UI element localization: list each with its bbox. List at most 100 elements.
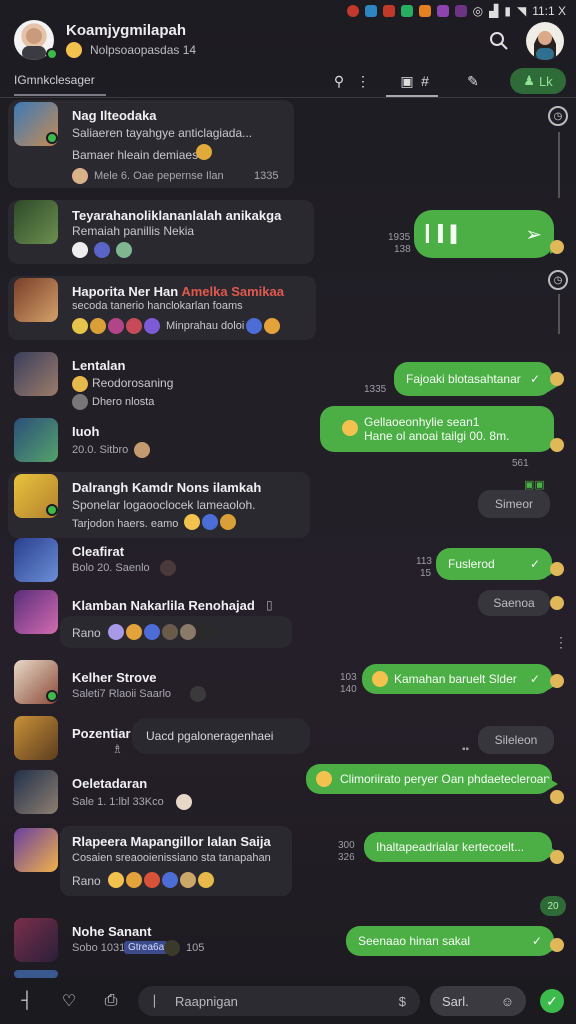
- chat-title: Lentalan: [72, 358, 126, 373]
- chat-avatar: [14, 770, 58, 814]
- emoji-icon: [198, 872, 214, 888]
- user-icon: ♗: [112, 742, 123, 756]
- message-bubble-gray[interactable]: Saenoa: [478, 590, 550, 616]
- scrollbar[interactable]: [558, 294, 560, 334]
- timer-icon[interactable]: ◷: [548, 106, 568, 126]
- list-item[interactable]: Dalrangh Kamdr Nons ilamkah Sponelar log…: [0, 472, 576, 540]
- chat-meta: Sale 1. 1:lbl 33Kco: [72, 796, 164, 808]
- emoji-icon: [196, 144, 212, 160]
- message-bubble-outgoing[interactable]: Seenaao hinan sakal ✓: [346, 926, 560, 956]
- message-bubble-outgoing[interactable]: Ihaltapeadrialar kertecoelt...: [364, 832, 558, 862]
- emoji-icon: [144, 318, 160, 334]
- emoji-icon: [202, 514, 218, 530]
- emoji-icon: [198, 624, 214, 640]
- copy-icon[interactable]: ▯: [266, 598, 273, 612]
- heart-icon[interactable]: ♡: [58, 990, 80, 1012]
- list-item[interactable]: Pozentiar ♗ Uacd pgaloneragenhaei ▪▪ Sil…: [0, 714, 576, 764]
- chat-avatar-partial: [14, 970, 58, 978]
- list-item[interactable]: Teyarahanoliklananlalah anikakga Remaiah…: [0, 198, 576, 270]
- notification-icon: [346, 5, 359, 17]
- list-item[interactable]: Iuoh 20.0. Sitbro Gellaoeonhylie sean1 H…: [0, 404, 576, 472]
- list-item[interactable]: Cleafirat Bolo 20. Saenlo 113 15 Fuslero…: [0, 538, 576, 590]
- pin-icon[interactable]: ✎: [462, 70, 484, 92]
- more-icon[interactable]: ⋮: [352, 70, 374, 92]
- attachment-icon[interactable]: ⎙: [100, 990, 122, 1012]
- dollar-icon: $: [398, 993, 406, 1009]
- chat-preview-second: Minprahau doloi: [166, 320, 245, 332]
- send-arrow-icon: ➢: [525, 223, 542, 246]
- message-bubble-outgoing[interactable]: Fuslerod ✓: [436, 548, 558, 580]
- chat-preview: Reodorosaning: [92, 376, 174, 390]
- read-check-icon: ✓: [529, 557, 540, 571]
- list-item[interactable]: Nag Ilteodaka Saliaeren tayahgye anticla…: [0, 100, 576, 198]
- chat-title-main: Haporita Ner Han: [72, 284, 179, 299]
- input-placeholder: Raapnigan: [175, 993, 238, 1009]
- list-item[interactable]: Kelher Strove Saleti7 Rlaoii Saarlo 103 …: [0, 660, 576, 710]
- menu-icon[interactable]: ┤: [16, 990, 38, 1012]
- confirm-check-icon[interactable]: ✓: [540, 989, 564, 1013]
- emoji-icon: [316, 771, 332, 787]
- new-chat-button[interactable]: ♟ Lk: [510, 68, 566, 94]
- chat-preview: Rano: [72, 626, 101, 640]
- send-button[interactable]: Sarl. ☺: [430, 986, 526, 1016]
- message-bubble-gray[interactable]: Sileleon: [478, 726, 554, 754]
- message-bubble-outgoing[interactable]: Kamahan baruelt Slder ✓: [362, 664, 558, 694]
- message-time-secondary: 15: [420, 568, 432, 579]
- hashtag-icon[interactable]: #: [414, 70, 436, 92]
- app-icon: [382, 5, 395, 17]
- emoji-icon: [162, 872, 178, 888]
- chat-title-highlight: Amelka Samikaa: [181, 284, 284, 299]
- list-item[interactable]: Klamban Nakarlila Renohajad ▯ Rano Saeno…: [0, 590, 576, 652]
- chat-title: Kelher Strove: [72, 670, 157, 685]
- chat-preview-second: Bamaer hleain demiaes: [72, 148, 199, 162]
- message-bubble-gray[interactable]: Simeor: [478, 490, 550, 518]
- reaction-icon: [550, 938, 564, 952]
- message-bubble-outgoing[interactable]: Climoriirato peryer Oan phdaetecleroan: [306, 764, 558, 794]
- status-time: 11:1 X: [532, 4, 566, 18]
- chat-preview: Sponelar logaooclocek lameaoloh.: [72, 498, 256, 512]
- reaction-icon: [550, 790, 564, 804]
- list-item[interactable]: Nohe Sanant Sobo 1031 Gtrea6a 105 20 See…: [0, 896, 576, 978]
- header-subtitle-text: Nolpsoaopasdas 14: [90, 43, 197, 57]
- tab-all-chats[interactable]: IGmnkclesager: [14, 73, 95, 87]
- message-bubble-outgoing[interactable]: Fajoaki blotasahtanar ✓: [394, 362, 558, 396]
- message-input[interactable]: ⎸ Raapnigan $: [138, 986, 420, 1016]
- list-item[interactable]: Rlapeera Mapangillor lalan Saija Cosaien…: [0, 826, 576, 900]
- chat-title: Nohe Sanant: [72, 924, 152, 939]
- battery-icon: ▮: [504, 4, 511, 18]
- message-time-secondary: 326: [338, 852, 355, 863]
- chat-avatar: [14, 278, 58, 322]
- emoji-icon: [144, 624, 160, 640]
- emoji-icon: [134, 442, 150, 458]
- read-check-icon: ✓: [531, 934, 542, 948]
- filter-icon[interactable]: ⚲: [328, 70, 350, 92]
- voice-message-bubble[interactable]: ▎▍▌ ➢: [414, 210, 560, 258]
- list-item[interactable]: Haporita Ner Han Amelka Samikaa secoda t…: [0, 270, 576, 344]
- message-time: 300: [338, 840, 355, 851]
- message-time: 561: [512, 458, 529, 469]
- app-icon: [454, 5, 467, 17]
- chat-avatar: [14, 828, 58, 872]
- chat-title: Klamban Nakarlila Renohajad: [72, 598, 255, 613]
- message-time: ▪▪: [462, 744, 470, 755]
- cursor-icon: ⎸: [154, 993, 168, 1008]
- profile-avatar[interactable]: [526, 22, 564, 60]
- chat-toolbar: IGmnkclesager ⚲ ⋮ ▣ # ✎ ♟ Lk: [0, 66, 576, 98]
- scrollbar[interactable]: [558, 132, 560, 198]
- chat-avatar: [14, 716, 58, 760]
- chat-time: 1335: [254, 170, 279, 182]
- message-time: 1335: [364, 384, 387, 395]
- timer-icon[interactable]: ◷: [548, 270, 568, 290]
- more-options-icon[interactable]: ⋮: [554, 634, 568, 651]
- message-bubble-incoming[interactable]: Uacd pgaloneragenhaei: [132, 718, 310, 754]
- online-status-icon: [46, 132, 58, 144]
- chat-preview: Saliaeren tayahgye anticlagiada...: [72, 126, 253, 140]
- list-item[interactable]: Oeletadaran Sale 1. 1:lbl 33Kco Climorii…: [0, 764, 576, 822]
- emoji-icon: [108, 872, 124, 888]
- sync-icon: ◎: [472, 4, 484, 18]
- search-icon[interactable]: [488, 30, 510, 52]
- chat-meta-count: 105: [186, 942, 205, 954]
- chat-meta: Mele 6. Oae pepernse Ilan: [94, 170, 224, 182]
- read-check-icon: ✓: [529, 372, 540, 386]
- chat-title: Nag Ilteodaka: [72, 108, 157, 123]
